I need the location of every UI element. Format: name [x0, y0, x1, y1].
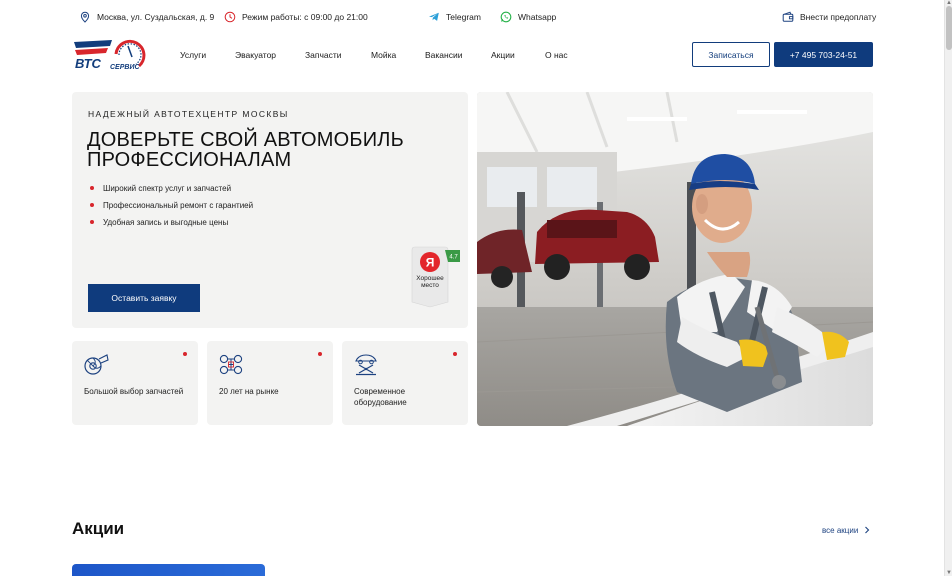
rating-value: 4.7 — [449, 255, 458, 261]
accent-dot — [183, 352, 187, 356]
list-item: Удобная запись и выгодные цены — [90, 218, 253, 235]
feature-card-experience: 20 лет на рынке — [207, 341, 333, 425]
list-item: Профессиональный ремонт с гарантией — [90, 201, 253, 218]
prepay-label: Внести предоплату — [800, 12, 877, 22]
whatsapp-link[interactable]: Whatsapp — [500, 11, 556, 23]
promotions-section-title: Акции — [72, 519, 125, 538]
car-lift-icon — [355, 354, 377, 376]
rating-flag: 4.7 — [445, 250, 460, 262]
badge-caption-line2: место — [421, 282, 439, 289]
address-info: Москва, ул. Суздальская, д. 9 — [79, 11, 214, 23]
feature-card-equipment: Современное оборудование — [342, 341, 468, 425]
page-title: Доверьте свой автомобиль профессионалам — [87, 129, 404, 171]
chevron-right-icon — [865, 526, 870, 534]
scroll-thumb[interactable] — [946, 6, 952, 50]
accent-dot — [318, 352, 322, 356]
scrollbar[interactable]: ▲ ▼ — [944, 0, 952, 576]
list-item: Широкий спектр услуг и запчастей — [90, 184, 253, 201]
telegram-label: Telegram — [446, 12, 481, 22]
nav-item-car-wash[interactable]: Мойка — [371, 50, 396, 60]
map-pin-icon — [80, 11, 90, 23]
signup-button[interactable]: Записаться — [692, 42, 770, 67]
whatsapp-icon — [500, 11, 512, 23]
phone-button[interactable]: +7 495 703-24-51 — [774, 42, 873, 67]
car-chassis-icon — [219, 354, 243, 375]
accent-dot — [453, 352, 457, 356]
badge-caption-line1: Хорошее — [416, 275, 444, 282]
nav-item-vacancies[interactable]: Вакансии — [425, 50, 462, 60]
address-text: Москва, ул. Суздальская, д. 9 — [97, 12, 215, 22]
leave-request-button[interactable]: Оставить заявку — [88, 284, 200, 312]
nav-item-promotions[interactable]: Акции — [491, 50, 515, 60]
nav-item-parts[interactable]: Запчасти — [305, 50, 342, 60]
scroll-down-arrow-icon[interactable]: ▼ — [946, 570, 952, 576]
promo-card[interactable] — [72, 564, 265, 576]
feature-text: Большой выбор запчастей — [84, 387, 184, 396]
svg-text:СЕРВИС: СЕРВИС — [110, 64, 140, 71]
nav-item-about[interactable]: О нас — [545, 50, 568, 60]
whatsapp-label: Whatsapp — [518, 12, 557, 22]
prepay-link[interactable]: Внести предоплату — [782, 11, 876, 23]
mechanic-illustration — [477, 92, 873, 426]
yandex-letter: Я — [426, 256, 435, 270]
telegram-link[interactable]: Telegram — [428, 11, 481, 23]
badge-caption: Хорошее место — [409, 275, 451, 289]
nav-item-tow-truck[interactable]: Эвакуатор — [235, 50, 276, 60]
all-promotions-link[interactable]: все акции — [822, 525, 872, 535]
all-promotions-label: все акции — [822, 525, 859, 535]
feature-text: 20 лет на рынке — [219, 387, 279, 396]
telegram-icon — [429, 12, 439, 21]
hero-kicker: Надежный автотехцентр Москвы — [88, 109, 289, 119]
clock-icon — [224, 11, 236, 23]
nav-item-services[interactable]: Услуги — [180, 50, 206, 60]
turbocharger-icon — [84, 354, 109, 375]
hero-benefits-list: Широкий спектр услуг и запчастей Професс… — [90, 184, 253, 235]
feature-card-parts: Большой выбор запчастей — [72, 341, 198, 425]
hours-info: Режим работы: с 09:00 до 21:00 — [224, 11, 368, 23]
top-info-bar: Москва, ул. Суздальская, д. 9 Режим рабо… — [0, 0, 944, 36]
feature-text: Современное оборудование — [354, 387, 407, 407]
hero-photo-mechanic — [477, 92, 873, 426]
hours-text: Режим работы: с 09:00 до 21:00 — [242, 12, 368, 22]
wallet-icon — [782, 11, 794, 22]
